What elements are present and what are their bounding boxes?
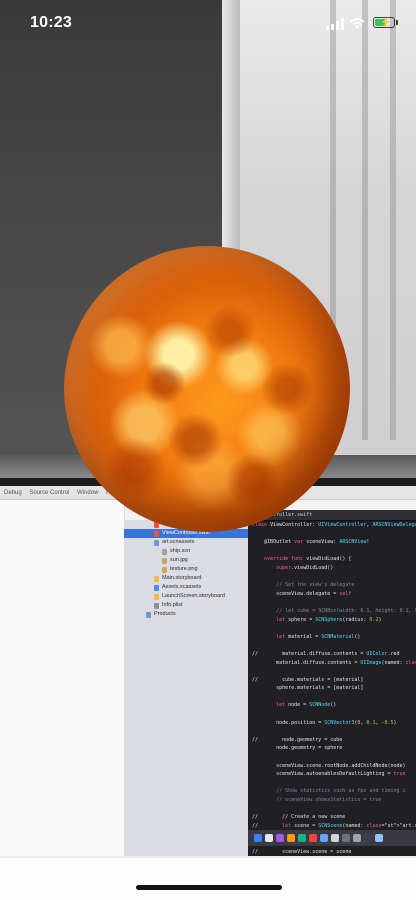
file-navigator-item: Products (124, 610, 248, 619)
dock-app-icon (364, 834, 372, 842)
code-line: sceneView.scene.rootNode.addChildNode(no… (252, 762, 406, 769)
folder-icon (146, 611, 151, 618)
ar-camera-view[interactable]: Debug Source Control Window Help AppDele… (0, 0, 416, 900)
dock-app-icon (342, 834, 350, 842)
code-line: // sceneView.scene = scene (252, 848, 352, 855)
storyboard-icon (154, 575, 159, 582)
image-file-icon (162, 566, 167, 573)
code-line: @IBOutlet var sceneView: ARSCNView! (252, 539, 370, 546)
code-line: sphere.materials = [material] (252, 685, 364, 692)
file-navigator-item: texture.png (124, 565, 248, 574)
file-name: texture.png (170, 566, 198, 572)
code-line: class ViewController: UIViewController, … (252, 522, 416, 528)
image-file-icon (162, 557, 167, 564)
dock-app-icon (331, 834, 339, 842)
blind-slat (390, 0, 396, 440)
dock-app-icon (265, 834, 273, 842)
code-line: let material = SCNMaterial() (276, 633, 361, 640)
file-name: Main.storyboard (162, 575, 202, 581)
file-navigator: AppDelegate.swiftViewController.swiftart… (124, 520, 249, 858)
code-line: override func viewDidLoad() { (264, 556, 352, 563)
file-name: Products (154, 611, 176, 617)
file-navigator-item: ship.scn (124, 547, 248, 556)
storyboard-icon (154, 593, 159, 600)
macos-dock (248, 830, 416, 846)
file-navigator-item: art.scnassets (124, 538, 248, 547)
code-line: material.diffuse.contents = UIImage(name… (252, 659, 416, 666)
dock-app-icon (353, 834, 361, 842)
code-line: sceneView.delegate = self (252, 590, 352, 597)
dock-app-icon (254, 834, 262, 842)
dock-app-icon (287, 834, 295, 842)
file-navigator-item: Info.plist (124, 601, 248, 610)
blind-slat (362, 0, 368, 440)
dock-app-icon (276, 834, 284, 842)
code-line: sceneView.autoenablesDefaultLighting = t… (252, 771, 406, 778)
dock-app-icon (309, 834, 317, 842)
plist-icon (154, 602, 159, 609)
code-line: // node.geometry = cube (252, 736, 343, 743)
dock-app-icon (320, 834, 328, 842)
file-name: ship.scn (170, 548, 191, 554)
wifi-icon (349, 18, 365, 29)
sun-texture (64, 246, 350, 532)
file-name: LaunchScreen.storyboard (162, 593, 225, 599)
ide-menu-item: Debug (4, 490, 22, 496)
code-line: node.geometry = sphere (252, 745, 343, 752)
code-line: // sceneView.showsStatistics = true (252, 797, 382, 803)
file-name: sun.jpg (170, 557, 188, 563)
code-line: // Show statistics such as fps and timin… (252, 788, 406, 795)
swift-file-icon (154, 530, 159, 537)
file-navigator-item: Assets.xcassets (124, 583, 248, 592)
code-area: class ViewController: UIViewController, … (248, 521, 416, 858)
file-name: art.scnassets (162, 539, 195, 545)
code-line: // Set the view's delegate (252, 582, 355, 589)
ide-menu-item: Window (77, 490, 99, 496)
code-line: node.position = SCNVector3(0, 0.1, -0.5) (252, 719, 397, 726)
dock-app-icon (375, 834, 383, 842)
status-time: 10:23 (30, 14, 72, 31)
battery-icon: ⚡ (373, 17, 395, 28)
battery-cap (396, 20, 398, 25)
code-line: // // Create a new scene (252, 814, 346, 821)
file-navigator-item: sun.jpg (124, 556, 248, 565)
scene-file-icon (162, 548, 167, 555)
file-navigator-item: Main.storyboard (124, 574, 248, 583)
file-navigator-item: LaunchScreen.storyboard (124, 592, 248, 601)
code-line: let sphere = SCNSphere(radius: 0.2) (276, 616, 382, 623)
ide-menu-item: Source Control (29, 490, 70, 496)
file-name: Assets.xcassets (162, 584, 202, 590)
code-editor: ViewController.swift class ViewControlle… (248, 510, 416, 858)
sun-sphere[interactable] (64, 246, 350, 532)
status-bar: 10:23 ⚡ (0, 0, 416, 50)
code-line: // material.diffuse.contents = UIColor.r… (252, 650, 400, 657)
code-line: // cube.materials = [material] (252, 676, 364, 683)
folder-icon (154, 539, 159, 546)
desk-surface (0, 858, 416, 900)
assets-icon (154, 584, 159, 591)
charging-bolt-icon: ⚡ (380, 17, 392, 27)
code-line: super.viewDidLoad() (276, 564, 334, 571)
cellular-signal-icon (326, 18, 344, 30)
file-name: Info.plist (162, 602, 183, 608)
laptop-screen: Debug Source Control Window Help AppDele… (0, 486, 416, 858)
code-line: // let cube = SCNBox(width: 0.1, height:… (252, 607, 416, 614)
code-line: let node = SCNNode() (276, 702, 337, 709)
home-indicator[interactable] (136, 885, 282, 890)
dock-app-icon (298, 834, 306, 842)
ide-left-panel (0, 500, 125, 858)
